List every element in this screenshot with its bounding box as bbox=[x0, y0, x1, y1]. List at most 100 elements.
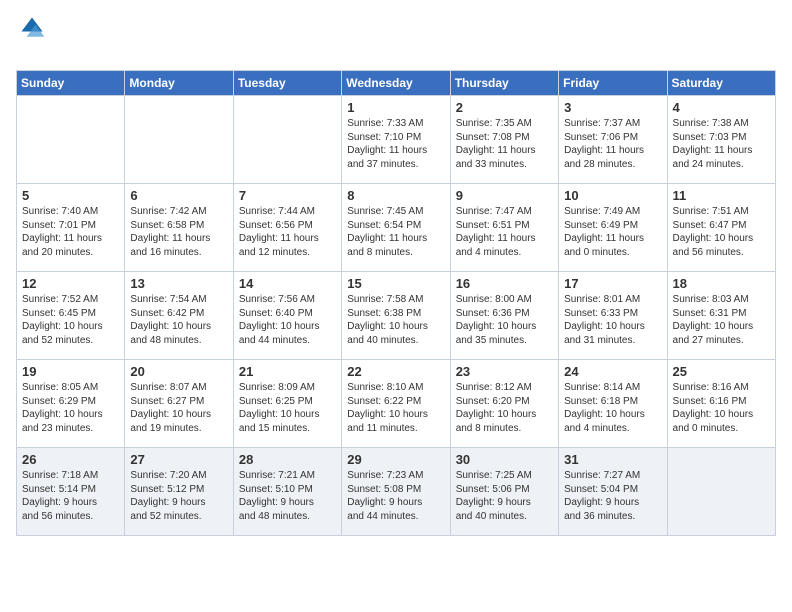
calendar-cell: 13 Sunrise: 7:54 AM Sunset: 6:42 PM Dayli… bbox=[125, 272, 233, 360]
cell-text: Sunrise: 7:33 AM Sunset: 7:10 PM Dayligh… bbox=[347, 117, 444, 171]
calendar-cell: 30 Sunrise: 7:25 AM Sunset: 5:06 PM Dayli… bbox=[450, 448, 558, 536]
day-number: 28 bbox=[239, 452, 336, 467]
cell-text: Sunrise: 7:52 AM Sunset: 6:45 PM Dayligh… bbox=[22, 293, 119, 347]
day-number: 2 bbox=[456, 100, 553, 115]
cell-text: Sunrise: 8:03 AM Sunset: 6:31 PM Dayligh… bbox=[673, 293, 770, 347]
calendar-cell: 6 Sunrise: 7:42 AM Sunset: 6:58 PM Daylig… bbox=[125, 184, 233, 272]
week-row-3: 19 Sunrise: 8:05 AM Sunset: 6:29 PM Dayli… bbox=[17, 360, 776, 448]
cell-text: Sunrise: 7:42 AM Sunset: 6:58 PM Dayligh… bbox=[130, 205, 227, 259]
calendar-cell: 11 Sunrise: 7:51 AM Sunset: 6:47 PM Dayli… bbox=[667, 184, 775, 272]
calendar-cell bbox=[17, 96, 125, 184]
calendar-cell: 9 Sunrise: 7:47 AM Sunset: 6:51 PM Daylig… bbox=[450, 184, 558, 272]
day-number: 7 bbox=[239, 188, 336, 203]
day-number: 8 bbox=[347, 188, 444, 203]
week-row-4: 26 Sunrise: 7:18 AM Sunset: 5:14 PM Dayli… bbox=[17, 448, 776, 536]
cell-text: Sunrise: 7:47 AM Sunset: 6:51 PM Dayligh… bbox=[456, 205, 553, 259]
cell-text: Sunrise: 8:12 AM Sunset: 6:20 PM Dayligh… bbox=[456, 381, 553, 435]
day-number: 21 bbox=[239, 364, 336, 379]
cell-text: Sunrise: 8:00 AM Sunset: 6:36 PM Dayligh… bbox=[456, 293, 553, 347]
cell-text: Sunrise: 8:09 AM Sunset: 6:25 PM Dayligh… bbox=[239, 381, 336, 435]
calendar-cell: 26 Sunrise: 7:18 AM Sunset: 5:14 PM Dayli… bbox=[17, 448, 125, 536]
weekday-header-row: SundayMondayTuesdayWednesdayThursdayFrid… bbox=[17, 71, 776, 96]
calendar-cell: 29 Sunrise: 7:23 AM Sunset: 5:08 PM Dayli… bbox=[342, 448, 450, 536]
calendar-cell: 28 Sunrise: 7:21 AM Sunset: 5:10 PM Dayli… bbox=[233, 448, 341, 536]
calendar-cell: 8 Sunrise: 7:45 AM Sunset: 6:54 PM Daylig… bbox=[342, 184, 450, 272]
weekday-header-friday: Friday bbox=[559, 71, 667, 96]
calendar-cell: 2 Sunrise: 7:35 AM Sunset: 7:08 PM Daylig… bbox=[450, 96, 558, 184]
week-row-1: 5Sunrise: 7:40 AM Sunset: 7:01 PM Daylig… bbox=[17, 184, 776, 272]
cell-text: Sunrise: 8:14 AM Sunset: 6:18 PM Dayligh… bbox=[564, 381, 661, 435]
cell-text: Sunrise: 7:45 AM Sunset: 6:54 PM Dayligh… bbox=[347, 205, 444, 259]
week-row-0: 1Sunrise: 7:33 AM Sunset: 7:10 PM Daylig… bbox=[17, 96, 776, 184]
day-number: 30 bbox=[456, 452, 553, 467]
calendar-cell: 27 Sunrise: 7:20 AM Sunset: 5:12 PM Dayli… bbox=[125, 448, 233, 536]
day-number: 29 bbox=[347, 452, 444, 467]
cell-text: Sunrise: 7:25 AM Sunset: 5:06 PM Dayligh… bbox=[456, 469, 553, 523]
header bbox=[16, 10, 776, 62]
cell-text: Sunrise: 7:54 AM Sunset: 6:42 PM Dayligh… bbox=[130, 293, 227, 347]
calendar: SundayMondayTuesdayWednesdayThursdayFrid… bbox=[16, 70, 776, 536]
cell-text: Sunrise: 8:07 AM Sunset: 6:27 PM Dayligh… bbox=[130, 381, 227, 435]
logo-icon bbox=[18, 14, 46, 42]
cell-text: Sunrise: 7:18 AM Sunset: 5:14 PM Dayligh… bbox=[22, 469, 119, 523]
calendar-cell: 14Sunrise: 7:56 AM Sunset: 6:40 PM Dayli… bbox=[233, 272, 341, 360]
weekday-header-saturday: Saturday bbox=[667, 71, 775, 96]
day-number: 16 bbox=[456, 276, 553, 291]
cell-text: Sunrise: 7:35 AM Sunset: 7:08 PM Dayligh… bbox=[456, 117, 553, 171]
day-number: 27 bbox=[130, 452, 227, 467]
day-number: 3 bbox=[564, 100, 661, 115]
cell-text: Sunrise: 7:37 AM Sunset: 7:06 PM Dayligh… bbox=[564, 117, 661, 171]
weekday-header-thursday: Thursday bbox=[450, 71, 558, 96]
week-row-2: 12 Sunrise: 7:52 AM Sunset: 6:45 PM Dayli… bbox=[17, 272, 776, 360]
calendar-cell: 19 Sunrise: 8:05 AM Sunset: 6:29 PM Dayli… bbox=[17, 360, 125, 448]
calendar-cell: 23 Sunrise: 8:12 AM Sunset: 6:20 PM Dayli… bbox=[450, 360, 558, 448]
calendar-cell: 15 Sunrise: 7:58 AM Sunset: 6:38 PM Dayli… bbox=[342, 272, 450, 360]
cell-text: Sunrise: 7:38 AM Sunset: 7:03 PM Dayligh… bbox=[673, 117, 770, 171]
day-number: 12 bbox=[22, 276, 119, 291]
cell-text: Sunrise: 8:01 AM Sunset: 6:33 PM Dayligh… bbox=[564, 293, 661, 347]
day-number: 11 bbox=[673, 188, 770, 203]
calendar-cell: 22 Sunrise: 8:10 AM Sunset: 6:22 PM Dayli… bbox=[342, 360, 450, 448]
day-number: 20 bbox=[130, 364, 227, 379]
day-number: 22 bbox=[347, 364, 444, 379]
cell-text: Sunrise: 7:20 AM Sunset: 5:12 PM Dayligh… bbox=[130, 469, 227, 523]
day-number: 15 bbox=[347, 276, 444, 291]
day-number: 6 bbox=[130, 188, 227, 203]
day-number: 31 bbox=[564, 452, 661, 467]
cell-text: Sunrise: 7:49 AM Sunset: 6:49 PM Dayligh… bbox=[564, 205, 661, 259]
cell-text: Sunrise: 7:51 AM Sunset: 6:47 PM Dayligh… bbox=[673, 205, 770, 259]
calendar-cell: 17Sunrise: 8:01 AM Sunset: 6:33 PM Dayli… bbox=[559, 272, 667, 360]
cell-text: Sunrise: 8:16 AM Sunset: 6:16 PM Dayligh… bbox=[673, 381, 770, 435]
cell-text: Sunrise: 8:05 AM Sunset: 6:29 PM Dayligh… bbox=[22, 381, 119, 435]
logo-blue-text bbox=[16, 41, 18, 61]
logo bbox=[16, 14, 46, 62]
cell-text: Sunrise: 7:44 AM Sunset: 6:56 PM Dayligh… bbox=[239, 205, 336, 259]
calendar-cell: 24 Sunrise: 8:14 AM Sunset: 6:18 PM Dayli… bbox=[559, 360, 667, 448]
cell-text: Sunrise: 7:21 AM Sunset: 5:10 PM Dayligh… bbox=[239, 469, 336, 523]
calendar-cell bbox=[233, 96, 341, 184]
cell-text: Sunrise: 7:58 AM Sunset: 6:38 PM Dayligh… bbox=[347, 293, 444, 347]
cell-text: Sunrise: 8:10 AM Sunset: 6:22 PM Dayligh… bbox=[347, 381, 444, 435]
day-number: 26 bbox=[22, 452, 119, 467]
day-number: 24 bbox=[564, 364, 661, 379]
cell-text: Sunrise: 7:23 AM Sunset: 5:08 PM Dayligh… bbox=[347, 469, 444, 523]
day-number: 25 bbox=[673, 364, 770, 379]
calendar-cell: 31 Sunrise: 7:27 AM Sunset: 5:04 PM Dayli… bbox=[559, 448, 667, 536]
calendar-cell: 7 Sunrise: 7:44 AM Sunset: 6:56 PM Daylig… bbox=[233, 184, 341, 272]
day-number: 23 bbox=[456, 364, 553, 379]
day-number: 9 bbox=[456, 188, 553, 203]
day-number: 19 bbox=[22, 364, 119, 379]
day-number: 18 bbox=[673, 276, 770, 291]
weekday-header-tuesday: Tuesday bbox=[233, 71, 341, 96]
calendar-cell: 1Sunrise: 7:33 AM Sunset: 7:10 PM Daylig… bbox=[342, 96, 450, 184]
calendar-cell: 16 Sunrise: 8:00 AM Sunset: 6:36 PM Dayli… bbox=[450, 272, 558, 360]
calendar-cell: 4 Sunrise: 7:38 AM Sunset: 7:03 PM Daylig… bbox=[667, 96, 775, 184]
calendar-cell: 5Sunrise: 7:40 AM Sunset: 7:01 PM Daylig… bbox=[17, 184, 125, 272]
cell-text: Sunrise: 7:27 AM Sunset: 5:04 PM Dayligh… bbox=[564, 469, 661, 523]
weekday-header-sunday: Sunday bbox=[17, 71, 125, 96]
weekday-header-wednesday: Wednesday bbox=[342, 71, 450, 96]
day-number: 5 bbox=[22, 188, 119, 203]
calendar-cell: 21 Sunrise: 8:09 AM Sunset: 6:25 PM Dayli… bbox=[233, 360, 341, 448]
day-number: 4 bbox=[673, 100, 770, 115]
day-number: 13 bbox=[130, 276, 227, 291]
